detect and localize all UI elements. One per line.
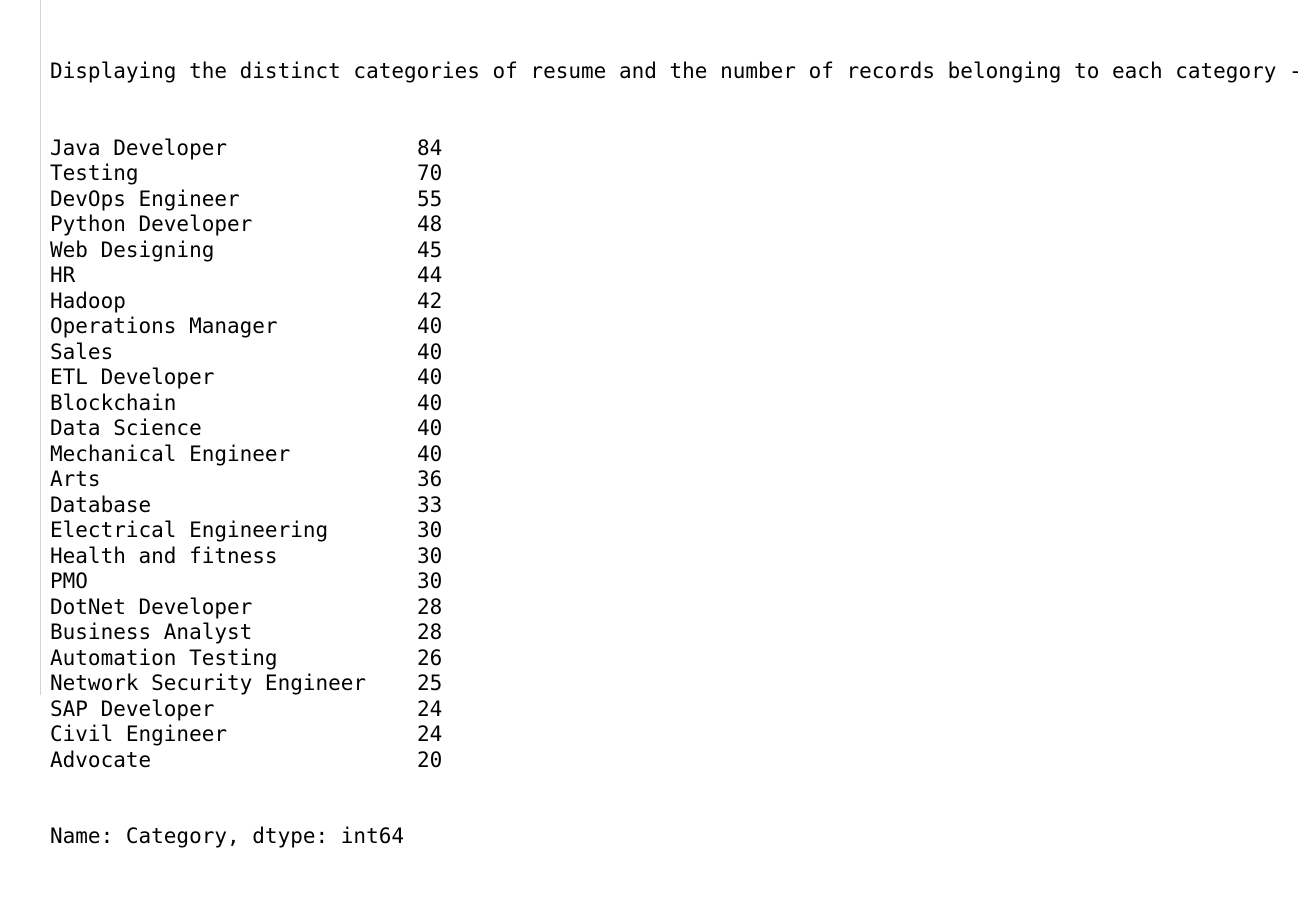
category-row: Testing 70 bbox=[50, 161, 1308, 187]
category-name: Business Analyst bbox=[50, 620, 253, 644]
category-row: Business Analyst 28 bbox=[50, 620, 1308, 646]
category-row: DotNet Developer 28 bbox=[50, 595, 1308, 621]
category-row: Data Science 40 bbox=[50, 416, 1308, 442]
category-name: Arts bbox=[50, 467, 101, 491]
category-name: Network Security Engineer bbox=[50, 671, 367, 695]
category-name: Testing bbox=[50, 161, 139, 185]
category-name: DotNet Developer bbox=[50, 594, 253, 619]
category-name: Sales bbox=[50, 339, 114, 364]
category-name: Health and fitness bbox=[50, 543, 278, 568]
category-count: 26 bbox=[417, 645, 443, 670]
category-row: Automation Testing 26 bbox=[50, 646, 1308, 672]
output-prompt-divider bbox=[40, 0, 41, 695]
category-count: 42 bbox=[417, 288, 443, 313]
category-row: Advocate 20 bbox=[50, 748, 1308, 774]
category-name: Hadoop bbox=[50, 288, 126, 313]
category-name: Web Designing bbox=[50, 237, 215, 262]
category-count: 24 bbox=[417, 696, 443, 721]
category-row: SAP Developer 24 bbox=[50, 697, 1308, 723]
category-name: Advocate bbox=[50, 747, 152, 772]
category-row: DevOps Engineer 55 bbox=[50, 187, 1308, 213]
category-name: Blockchain bbox=[50, 390, 177, 415]
category-count: 30 bbox=[417, 543, 443, 568]
category-name: Data Science bbox=[50, 416, 202, 440]
category-row: Web Designing 45 bbox=[50, 238, 1308, 264]
category-name: SAP Developer bbox=[50, 696, 215, 721]
category-count: 40 bbox=[417, 390, 443, 415]
category-count: 24 bbox=[417, 722, 443, 746]
category-row: Blockchain 40 bbox=[50, 391, 1308, 417]
category-count: 40 bbox=[417, 339, 443, 364]
category-count: 40 bbox=[417, 441, 443, 466]
category-row: Health and fitness 30 bbox=[50, 544, 1308, 570]
category-name: Civil Engineer bbox=[50, 722, 228, 746]
category-count: 44 bbox=[417, 263, 443, 287]
category-row: Database 33 bbox=[50, 493, 1308, 519]
output-header-text: Displaying the distinct categories of re… bbox=[50, 59, 1302, 83]
category-count: 40 bbox=[417, 416, 443, 440]
category-row: Arts 36 bbox=[50, 467, 1308, 493]
cell-output-area: Displaying the distinct categories of re… bbox=[0, 0, 1308, 848]
category-name: Python Developer bbox=[50, 212, 253, 236]
category-name: ETL Developer bbox=[50, 365, 215, 389]
category-name: PMO bbox=[50, 569, 88, 593]
category-count: 55 bbox=[417, 186, 443, 211]
category-name: Operations Manager bbox=[50, 314, 278, 338]
category-name: Automation Testing bbox=[50, 645, 278, 670]
category-name: Database bbox=[50, 492, 152, 517]
category-count-list: Java Developer 84 Testing 70 DevOps Engineer… bbox=[50, 136, 1308, 774]
category-count: 36 bbox=[417, 467, 443, 491]
category-row: Electrical Engineering 30 bbox=[50, 518, 1308, 544]
category-count: 45 bbox=[417, 237, 443, 262]
category-count: 20 bbox=[417, 747, 443, 772]
category-count: 40 bbox=[417, 365, 443, 389]
category-count: 40 bbox=[417, 314, 443, 338]
category-count: 30 bbox=[417, 569, 443, 593]
category-name: Java Developer bbox=[50, 135, 228, 160]
category-name: DevOps Engineer bbox=[50, 186, 240, 211]
category-row: Hadoop 42 bbox=[50, 289, 1308, 315]
category-name: Electrical Engineering bbox=[50, 518, 329, 542]
category-row: Mechanical Engineer 40 bbox=[50, 442, 1308, 468]
category-count: 28 bbox=[417, 594, 443, 619]
category-row: HR 44 bbox=[50, 263, 1308, 289]
category-name: Mechanical Engineer bbox=[50, 441, 291, 466]
category-row: Java Developer 84 bbox=[50, 136, 1308, 162]
category-count: 33 bbox=[417, 492, 443, 517]
category-count: 30 bbox=[417, 518, 443, 542]
category-count: 25 bbox=[417, 671, 443, 695]
output-stream: Displaying the distinct categories of re… bbox=[50, 8, 1308, 901]
category-row: Operations Manager 40 bbox=[50, 314, 1308, 340]
category-name: HR bbox=[50, 263, 76, 287]
category-row: ETL Developer 40 bbox=[50, 365, 1308, 391]
category-count: 70 bbox=[417, 161, 443, 185]
category-row: Sales 40 bbox=[50, 340, 1308, 366]
category-count: 28 bbox=[417, 620, 443, 644]
category-row: Network Security Engineer 25 bbox=[50, 671, 1308, 697]
category-count: 48 bbox=[417, 212, 443, 236]
series-info-text: Name: Category, dtype: int64 bbox=[50, 824, 405, 848]
category-row: Python Developer 48 bbox=[50, 212, 1308, 238]
category-count: 84 bbox=[417, 135, 443, 160]
category-row: Civil Engineer 24 bbox=[50, 722, 1308, 748]
category-row: PMO 30 bbox=[50, 569, 1308, 595]
